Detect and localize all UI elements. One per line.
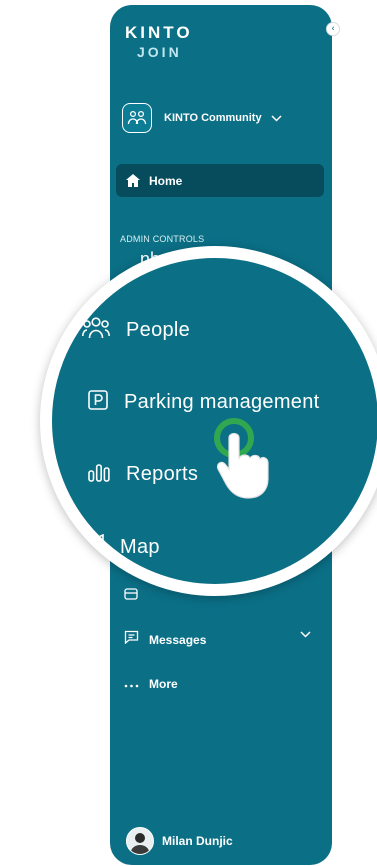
sidebar-item-label: People <box>126 319 191 341</box>
sidebar-item-label: Map <box>120 536 160 558</box>
sidebar-item-label: Home <box>149 173 183 188</box>
section-label-admin: ADMIN CONTROLS <box>120 234 205 244</box>
chevron-down-icon[interactable] <box>300 631 311 638</box>
message-icon <box>124 630 139 649</box>
sidebar-item-home[interactable]: Home <box>116 164 324 197</box>
chevron-down-icon <box>271 114 282 122</box>
sidebar-item-map[interactable]: Map <box>80 533 160 561</box>
community-selector[interactable]: KINTO Community <box>122 103 282 133</box>
user-name: Milan Dunjic <box>162 834 233 848</box>
sidebar-item-label: More <box>149 677 178 691</box>
magnifier-overlay: People Parking management Reports Map <box>40 246 377 596</box>
sidebar-item-label: Parking management <box>124 391 320 413</box>
hand-cursor-icon <box>212 413 292 508</box>
people-icon <box>82 316 110 345</box>
community-label: KINTO Community <box>164 112 262 124</box>
parking-icon <box>88 390 108 415</box>
map-icon <box>80 533 104 561</box>
sidebar-item-messages[interactable]: Messages <box>124 630 206 649</box>
people-group-icon <box>122 103 152 133</box>
home-icon <box>126 174 140 187</box>
sidebar-item-label: Messages <box>149 632 207 647</box>
avatar <box>126 827 154 855</box>
calendar-icon <box>124 587 138 605</box>
sidebar-item-more[interactable]: More <box>124 675 178 693</box>
bar-chart-icon <box>88 462 110 487</box>
collapse-sidebar-button[interactable]: ‹ <box>326 22 340 36</box>
sidebar-item-partial[interactable] <box>124 587 138 605</box>
sidebar-item-label: Reports <box>126 463 199 485</box>
sidebar-item-parking-management[interactable]: Parking management <box>88 390 320 415</box>
sidebar-item-people[interactable]: People <box>82 316 190 345</box>
sidebar-item-reports[interactable]: Reports <box>88 462 198 487</box>
logo-sub: JOIN <box>137 44 182 60</box>
user-profile[interactable]: Milan Dunjic <box>126 827 233 855</box>
logo-main: KINTO <box>125 23 193 42</box>
more-dots-icon <box>124 675 139 693</box>
